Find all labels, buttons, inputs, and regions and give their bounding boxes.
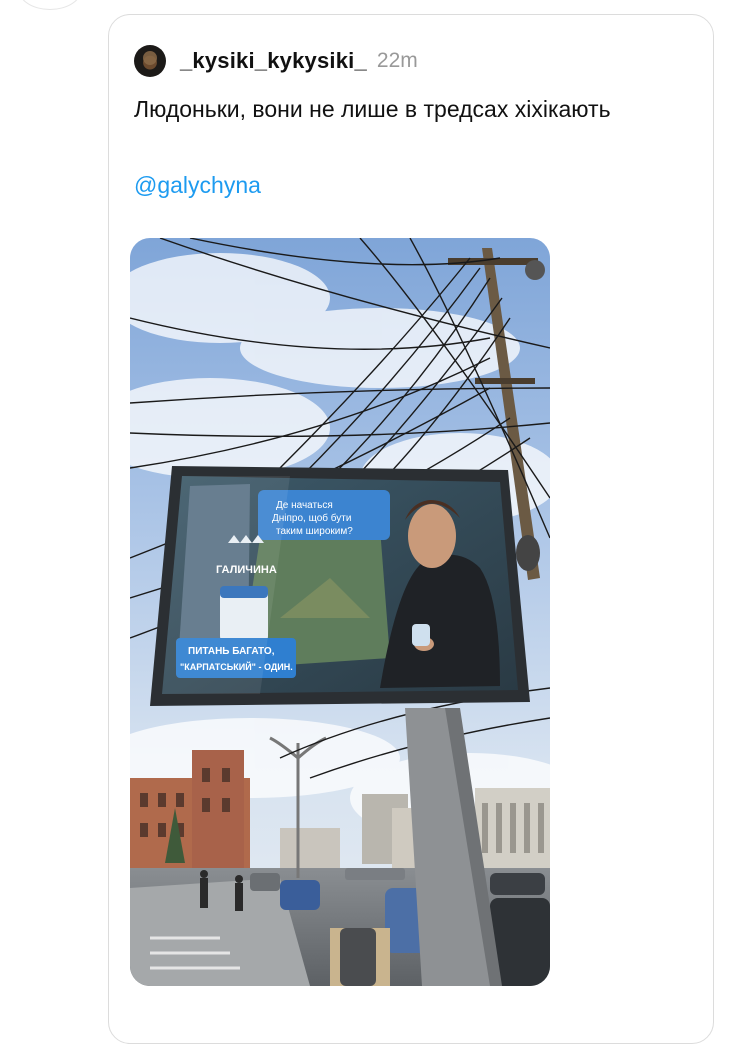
post-time: 22m	[376, 49, 418, 72]
photo-scene: Де начаться Дніпро, щоб бути таким широк…	[130, 238, 550, 986]
username[interactable]: _kysiki_kykysiki_	[180, 48, 367, 74]
bubble-line-3: таким широким?	[276, 526, 353, 537]
user-avatar-icon[interactable]	[134, 45, 166, 77]
previous-avatar-ring	[18, 0, 82, 10]
mention-link[interactable]: @galychyna	[134, 172, 261, 199]
post-photo[interactable]: Де начаться Дніпро, щоб бути таким широк…	[130, 238, 550, 986]
trash-bin	[340, 928, 376, 986]
post-text: Людоньки, вони не лише в тредсах хіхікаю…	[134, 96, 611, 122]
post-header: _kysiki_kykysiki_ 22m	[134, 44, 418, 78]
